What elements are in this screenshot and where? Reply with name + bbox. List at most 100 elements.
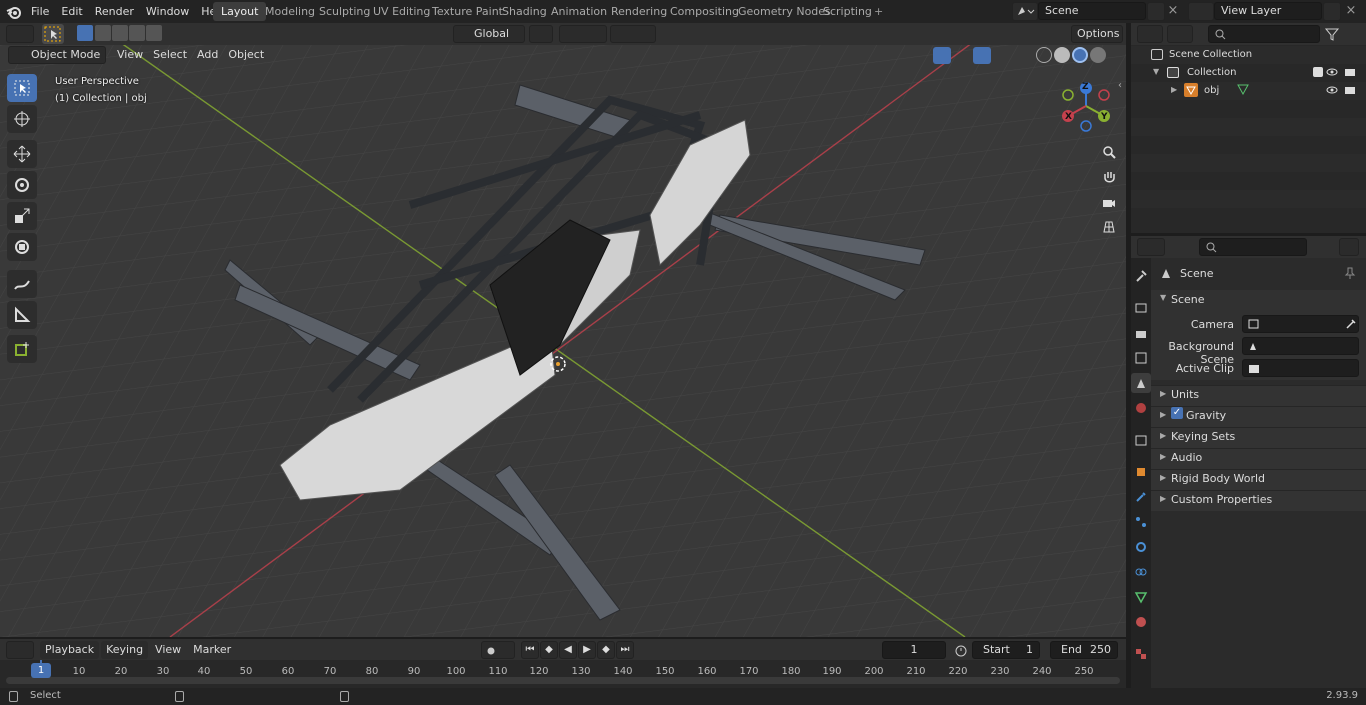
outliner-editor-icon[interactable] — [1137, 25, 1163, 43]
properties-editor-icon[interactable] — [1137, 238, 1165, 256]
add-workspace-button[interactable]: + — [866, 2, 891, 21]
visibility-icon[interactable] — [903, 47, 929, 64]
outliner-search-input[interactable] — [1208, 25, 1320, 43]
filter-icon[interactable] — [1323, 26, 1345, 42]
view-layer-browse-button[interactable] — [1188, 2, 1214, 21]
object-eye-icon[interactable] — [1326, 84, 1338, 96]
editor-type-icon[interactable] — [6, 25, 34, 43]
jump-end-icon[interactable]: ⏭ — [616, 641, 634, 659]
mode-extend-icon[interactable] — [95, 25, 111, 41]
end-frame-field[interactable]: End 250 — [1050, 641, 1118, 659]
tool-measure[interactable] — [7, 301, 37, 329]
start-frame-field[interactable]: Start 1 — [972, 641, 1040, 659]
scene-collection-label[interactable]: Scene Collection — [1169, 49, 1252, 60]
jump-start-icon[interactable]: ⏮ — [521, 641, 539, 659]
timeline-menu-marker[interactable]: Marker — [188, 641, 236, 659]
perspective-grid-icon[interactable] — [1098, 216, 1120, 238]
options-dropdown[interactable]: Options — [1071, 25, 1123, 43]
vehicle-model[interactable] — [0, 45, 1126, 637]
zoom-icon[interactable] — [1098, 141, 1120, 163]
viewport-menu-object[interactable]: Object — [223, 46, 269, 64]
menu-render[interactable]: Render — [89, 0, 140, 23]
exclude-checkbox[interactable] — [1313, 67, 1323, 77]
rendered-shading-icon[interactable] — [1090, 47, 1106, 63]
view-layer-tab-icon[interactable] — [1131, 348, 1151, 368]
viewport-menu-view[interactable]: View — [112, 46, 148, 64]
tool-add-cube[interactable] — [7, 335, 37, 363]
timeline-menu-playback[interactable]: Playback — [40, 641, 100, 659]
tool-tab-icon[interactable] — [1131, 266, 1151, 286]
prev-keyframe-icon[interactable]: ◆ — [540, 641, 558, 659]
pan-hand-icon[interactable] — [1098, 166, 1120, 188]
material-tab-icon[interactable] — [1131, 612, 1151, 632]
timeline-menu-keying[interactable]: Keying — [101, 641, 149, 659]
output-tab-icon[interactable] — [1131, 323, 1151, 343]
transform-orientation-dropdown[interactable]: Global — [453, 25, 525, 43]
gravity-panel[interactable] — [1151, 406, 1366, 427]
scene-tab-icon[interactable] — [1131, 373, 1151, 393]
next-keyframe-icon[interactable]: ◆ — [597, 641, 615, 659]
view-layer-field[interactable]: View Layer — [1214, 2, 1322, 20]
play-icon[interactable]: ▶ — [578, 641, 596, 659]
select-tool-icon[interactable] — [42, 24, 64, 44]
camera-field[interactable] — [1242, 315, 1359, 333]
stopwatch-icon[interactable] — [953, 642, 969, 658]
solid-shading-icon[interactable] — [1054, 47, 1070, 63]
modifier-tab-icon[interactable] — [1131, 487, 1151, 507]
tool-scale[interactable] — [7, 202, 37, 230]
mode-invert-icon[interactable] — [129, 25, 145, 41]
new-collection-icon[interactable] — [1348, 26, 1362, 42]
timeline-menu-view[interactable]: View — [150, 641, 186, 659]
camera-view-icon[interactable] — [1098, 191, 1120, 213]
viewport-menu-add[interactable]: Add — [192, 46, 223, 64]
material-shading-icon[interactable] — [1072, 47, 1088, 63]
wireframe-shading-icon[interactable] — [1036, 47, 1052, 63]
tool-annotate[interactable] — [7, 270, 37, 298]
close-scene-icon[interactable]: × — [1166, 3, 1180, 19]
play-reverse-icon[interactable]: ◀ — [559, 641, 577, 659]
sidebar-toggle-icon[interactable]: ‹ — [1118, 80, 1126, 92]
constraints-tab-icon[interactable] — [1131, 562, 1151, 582]
object-label[interactable]: obj — [1204, 85, 1219, 96]
copy-scene-icon[interactable] — [1147, 2, 1165, 21]
scene-panel-expand-icon[interactable]: ▼ — [1160, 293, 1166, 302]
menu-window[interactable]: Window — [140, 0, 195, 23]
properties-search-input[interactable] — [1199, 238, 1307, 256]
scene-browse-button[interactable] — [1012, 2, 1038, 21]
physics-tab-icon[interactable] — [1131, 537, 1151, 557]
mesh-data-icon[interactable] — [1237, 83, 1249, 96]
close-view-layer-icon[interactable]: × — [1344, 3, 1358, 19]
overlays-toggle-icon[interactable] — [973, 47, 991, 64]
gravity-checkbox[interactable]: ✓ — [1171, 407, 1183, 419]
menu-file[interactable]: File — [25, 0, 55, 23]
mode-subtract-icon[interactable] — [112, 25, 128, 41]
eye-icon[interactable] — [1326, 66, 1338, 78]
menu-edit[interactable]: Edit — [55, 0, 88, 23]
copy-view-layer-icon[interactable] — [1323, 2, 1341, 21]
display-mode-icon[interactable] — [1167, 25, 1193, 43]
object-tab-icon[interactable] — [1131, 462, 1151, 482]
mode-intersect-icon[interactable] — [146, 25, 162, 41]
snap-icon[interactable] — [559, 25, 607, 43]
background-scene-field[interactable] — [1242, 337, 1359, 355]
expand-object-icon[interactable]: ▶ — [1171, 85, 1177, 94]
current-frame-field[interactable]: 1 — [882, 641, 946, 659]
expand-collection-icon[interactable]: ▼ — [1153, 67, 1159, 76]
tool-cursor[interactable] — [7, 105, 37, 133]
3d-viewport[interactable] — [0, 45, 1126, 637]
world-tab-icon[interactable] — [1131, 398, 1151, 418]
xray-toggle-icon[interactable] — [1014, 47, 1028, 64]
active-clip-field[interactable] — [1242, 359, 1359, 377]
pivot-point-icon[interactable] — [529, 25, 553, 43]
tool-select-box[interactable] — [7, 74, 37, 102]
mode-new-icon[interactable] — [77, 25, 93, 41]
tool-transform[interactable] — [7, 233, 37, 261]
pin-icon[interactable] — [1343, 266, 1357, 280]
object-mode-dropdown[interactable]: Object Mode — [8, 46, 106, 64]
particles-tab-icon[interactable] — [1131, 512, 1151, 532]
auto-keying-button[interactable] — [481, 641, 515, 659]
texture-tab-icon[interactable] — [1131, 644, 1151, 664]
data-tab-icon[interactable] — [1131, 587, 1151, 607]
collection-label[interactable]: Collection — [1187, 67, 1236, 78]
viewport-menu-select[interactable]: Select — [148, 46, 192, 64]
